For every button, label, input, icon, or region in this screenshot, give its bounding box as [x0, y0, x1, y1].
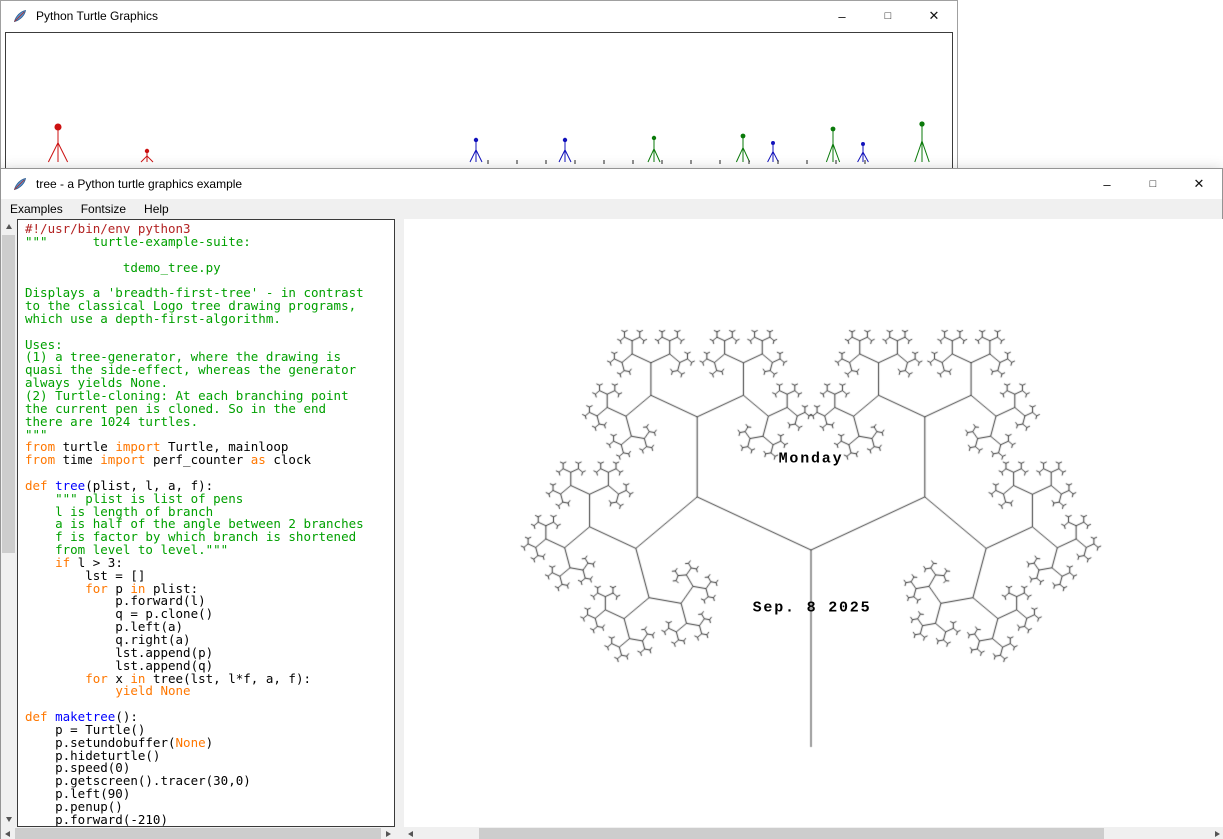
fractal-tree-drawing: [404, 219, 1223, 827]
code-line: p.forward(-210): [25, 814, 394, 827]
code-vertical-scrollbar[interactable]: [1, 219, 16, 827]
code-line: which use a depth-first-algorithm.: [25, 313, 394, 326]
maximize-button[interactable]: □: [1130, 169, 1176, 199]
back-window-title: Python Turtle Graphics: [36, 9, 158, 23]
code-line: """ turtle-example-suite:: [25, 236, 394, 249]
code-line: yield None: [25, 685, 394, 698]
turtle-figure: [826, 127, 839, 162]
front-title-bar[interactable]: tree - a Python turtle graphics example …: [1, 169, 1222, 199]
code-text-area[interactable]: #!/usr/bin/env python3""" turtle-example…: [17, 219, 395, 827]
date-label: Sep. 8 2025: [753, 600, 872, 617]
canvas-horizontal-scrollbar[interactable]: [404, 827, 1223, 839]
minimize-button[interactable]: –: [819, 1, 865, 31]
turtle-figure: [736, 134, 749, 162]
front-window-title: tree - a Python turtle graphics example: [36, 177, 242, 191]
back-window-controls: – □ ✕: [819, 1, 957, 31]
turtle-figure: [141, 149, 153, 162]
menu-bar: Examples Fontsize Help: [1, 199, 1222, 219]
horizontal-scroll-thumb[interactable]: [15, 828, 381, 839]
scroll-left-arrow[interactable]: [1, 827, 14, 839]
tree-demo-window: tree - a Python turtle graphics example …: [0, 168, 1223, 839]
close-button[interactable]: ✕: [1176, 169, 1222, 199]
turtle-figure: [470, 138, 482, 162]
menu-item-help[interactable]: Help: [135, 200, 178, 218]
back-title-bar[interactable]: Python Turtle Graphics – □ ✕: [1, 1, 957, 31]
scroll-up-arrow[interactable]: [1, 219, 16, 234]
scroll-right-arrow[interactable]: [382, 827, 395, 839]
turtle-demo-canvas: Monday Sep. 8 2025: [404, 219, 1223, 827]
front-window-controls: – □ ✕: [1084, 169, 1222, 199]
scroll-down-arrow[interactable]: [1, 812, 16, 827]
close-button[interactable]: ✕: [911, 1, 957, 31]
turtle-figure: [648, 136, 660, 162]
turtle-figure: [559, 138, 571, 162]
minimize-button[interactable]: –: [1084, 169, 1130, 199]
weekday-label: Monday: [779, 451, 844, 468]
scroll-right-arrow[interactable]: [1211, 827, 1223, 839]
tk-feather-icon: [12, 176, 28, 192]
turtle-figure: [858, 142, 869, 162]
scroll-left-arrow[interactable]: [404, 827, 417, 839]
menu-item-examples[interactable]: Examples: [1, 200, 72, 218]
vertical-scroll-thumb[interactable]: [2, 235, 15, 553]
turtle-figure: [48, 123, 67, 162]
code-line: there are 1024 turtles.: [25, 416, 394, 429]
pane-sash[interactable]: [395, 219, 404, 839]
tk-feather-icon: [12, 8, 28, 24]
turtle-figure: [915, 121, 929, 162]
code-line: tdemo_tree.py: [25, 262, 394, 275]
turtle-figure: [768, 141, 779, 162]
code-line: [25, 326, 394, 339]
maximize-button[interactable]: □: [865, 1, 911, 31]
code-line: from time import perf_counter as clock: [25, 454, 394, 467]
horizontal-scroll-thumb[interactable]: [479, 828, 1104, 839]
code-horizontal-scrollbar[interactable]: [1, 827, 395, 839]
menu-item-fontsize[interactable]: Fontsize: [72, 200, 135, 218]
